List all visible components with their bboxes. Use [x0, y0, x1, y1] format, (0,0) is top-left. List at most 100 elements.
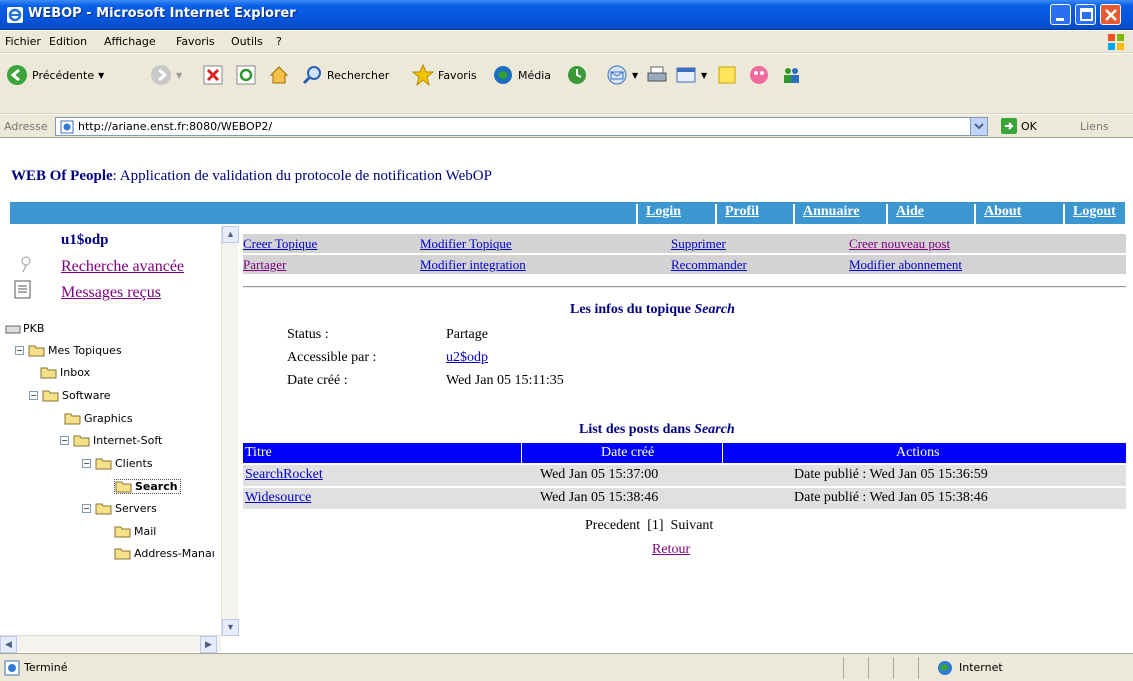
open-folder-icon [28, 345, 45, 357]
mail-button[interactable]: ▼ [606, 62, 638, 88]
menu-file[interactable]: Fichier [5, 35, 41, 48]
modify-subscription-link[interactable]: Modifier abonnement [849, 257, 962, 273]
share-link[interactable]: Partager [243, 257, 286, 273]
tree-node-search[interactable]: Search [114, 479, 181, 494]
advanced-search-link[interactable]: Recherche avancée [61, 258, 184, 276]
nav-about[interactable]: About [974, 204, 1060, 224]
received-messages-link[interactable]: Messages reçus [61, 284, 161, 302]
access-label: Accessible par : [287, 350, 377, 365]
close-button[interactable] [1100, 4, 1121, 25]
edit-page-icon [676, 67, 696, 83]
tree-node-my-topics[interactable]: − Mes Topiques [15, 344, 122, 357]
left-vertical-scrollbar[interactable]: ▲ ▼ [221, 226, 239, 636]
messenger-button[interactable] [748, 62, 770, 88]
scroll-left-icon[interactable]: ◀ [0, 636, 17, 653]
refresh-button[interactable] [235, 62, 257, 88]
app-name: WEB Of People [11, 168, 113, 184]
create-post-link[interactable]: Creer nouveau post [849, 236, 950, 252]
favorites-button[interactable]: Favoris [412, 62, 477, 88]
contacts-button[interactable] [780, 62, 802, 88]
go-label: OK [1021, 119, 1037, 133]
collapse-icon[interactable]: − [82, 459, 91, 468]
tree-node-servers[interactable]: − Servers [82, 502, 157, 515]
collapse-icon[interactable]: − [29, 391, 38, 400]
scroll-right-icon[interactable]: ▶ [200, 636, 217, 653]
modify-topic-link[interactable]: Modifier Topique [420, 236, 512, 252]
nav-directory[interactable]: Annuaire [793, 204, 880, 224]
tree-node-graphics[interactable]: Graphics [64, 412, 133, 425]
tree-node-clients[interactable]: − Clients [82, 457, 153, 470]
home-button[interactable] [268, 62, 290, 88]
tree-node-internet-soft[interactable]: − Internet-Soft [60, 434, 162, 447]
minimize-button[interactable] [1050, 4, 1071, 25]
menu-help[interactable]: ? [276, 35, 282, 48]
chevron-down-icon[interactable]: ▼ [632, 71, 638, 80]
collapse-icon[interactable]: − [15, 346, 24, 355]
status-separator [893, 657, 894, 679]
collapse-icon[interactable]: − [82, 504, 91, 513]
refresh-icon [236, 65, 256, 85]
menu-favorites[interactable]: Favoris [176, 35, 215, 48]
back-arrow-icon [7, 65, 27, 85]
printer-icon [647, 66, 667, 82]
menu-view[interactable]: Affichage [104, 35, 156, 48]
open-folder-icon [42, 390, 59, 402]
nav-help[interactable]: Aide [886, 204, 966, 224]
scroll-down-icon[interactable]: ▼ [222, 619, 239, 636]
print-button[interactable] [646, 62, 668, 88]
recommend-link[interactable]: Recommander [671, 257, 747, 273]
posts-title-prefix: List des posts dans [579, 422, 691, 437]
links-toolbar[interactable]: Liens [1080, 120, 1109, 133]
tree-node-inbox[interactable]: Inbox [40, 366, 90, 379]
left-horizontal-scrollbar[interactable]: ◀ ▶ [0, 635, 221, 653]
created-label: Date créé : [287, 373, 348, 388]
maximize-button[interactable] [1075, 4, 1096, 25]
discuss-button[interactable] [716, 62, 738, 88]
page-title: WEB Of People: Application de validation… [11, 168, 492, 185]
post-title-link[interactable]: Widesource [245, 490, 311, 506]
address-dropdown-button[interactable] [970, 118, 987, 135]
create-topic-link[interactable]: Creer Topique [243, 236, 317, 252]
pager-previous[interactable]: Precedent [585, 518, 640, 533]
access-user-link[interactable]: u2$odp [446, 350, 488, 365]
tree-label: PKB [23, 322, 45, 335]
posts-table-header: Titre Date créé Actions [243, 443, 1126, 463]
scroll-up-icon[interactable]: ▲ [222, 226, 239, 243]
chevron-down-icon[interactable]: ▼ [701, 71, 707, 80]
chevron-down-icon[interactable]: ▼ [98, 71, 104, 80]
nav-profile[interactable]: Profil [715, 204, 791, 224]
back-link[interactable]: Retour [652, 542, 690, 558]
stop-button[interactable] [202, 62, 224, 88]
search-button[interactable]: Rechercher [301, 62, 389, 88]
post-title-link[interactable]: SearchRocket [245, 467, 323, 483]
history-button[interactable] [566, 62, 588, 88]
forward-button[interactable]: ▼ [150, 62, 182, 88]
address-url[interactable]: http://ariane.enst.fr:8080/WEBOP2/ [78, 120, 272, 133]
go-button[interactable]: OK [1001, 118, 1037, 134]
delete-link[interactable]: Supprimer [671, 236, 726, 252]
window-titlebar[interactable]: WEBOP - Microsoft Internet Explorer [0, 0, 1133, 30]
menu-tools[interactable]: Outils [231, 35, 263, 48]
star-icon [412, 64, 434, 86]
pager-next[interactable]: Suivant [671, 518, 714, 533]
nav-login[interactable]: Login [636, 204, 709, 224]
edit-button[interactable]: ▼ [675, 62, 707, 88]
back-button[interactable]: Précédente ▼ [6, 62, 104, 88]
modify-integration-link[interactable]: Modifier integration [420, 257, 526, 273]
topic-info-title-name: Search [694, 302, 735, 317]
tree-node-address-manager[interactable]: Address-Manaı [114, 547, 215, 560]
tree-node-software[interactable]: − Software [29, 389, 111, 402]
status-separator [918, 657, 919, 679]
tree-label: Mes Topiques [48, 344, 122, 357]
pager-current: [1] [647, 518, 664, 533]
media-button[interactable]: Média [492, 62, 551, 88]
nav-logout[interactable]: Logout [1063, 204, 1127, 224]
tree-node-pkb[interactable]: PKB [5, 322, 44, 335]
chevron-down-icon[interactable]: ▼ [176, 71, 182, 80]
current-user: u1$odp [61, 232, 109, 248]
menu-edit[interactable]: Edition [49, 35, 87, 48]
collapse-icon[interactable]: − [60, 436, 69, 445]
tree-node-mail[interactable]: Mail [114, 525, 156, 538]
address-field[interactable]: http://ariane.enst.fr:8080/WEBOP2/ [55, 117, 988, 136]
media-icon [494, 66, 512, 84]
